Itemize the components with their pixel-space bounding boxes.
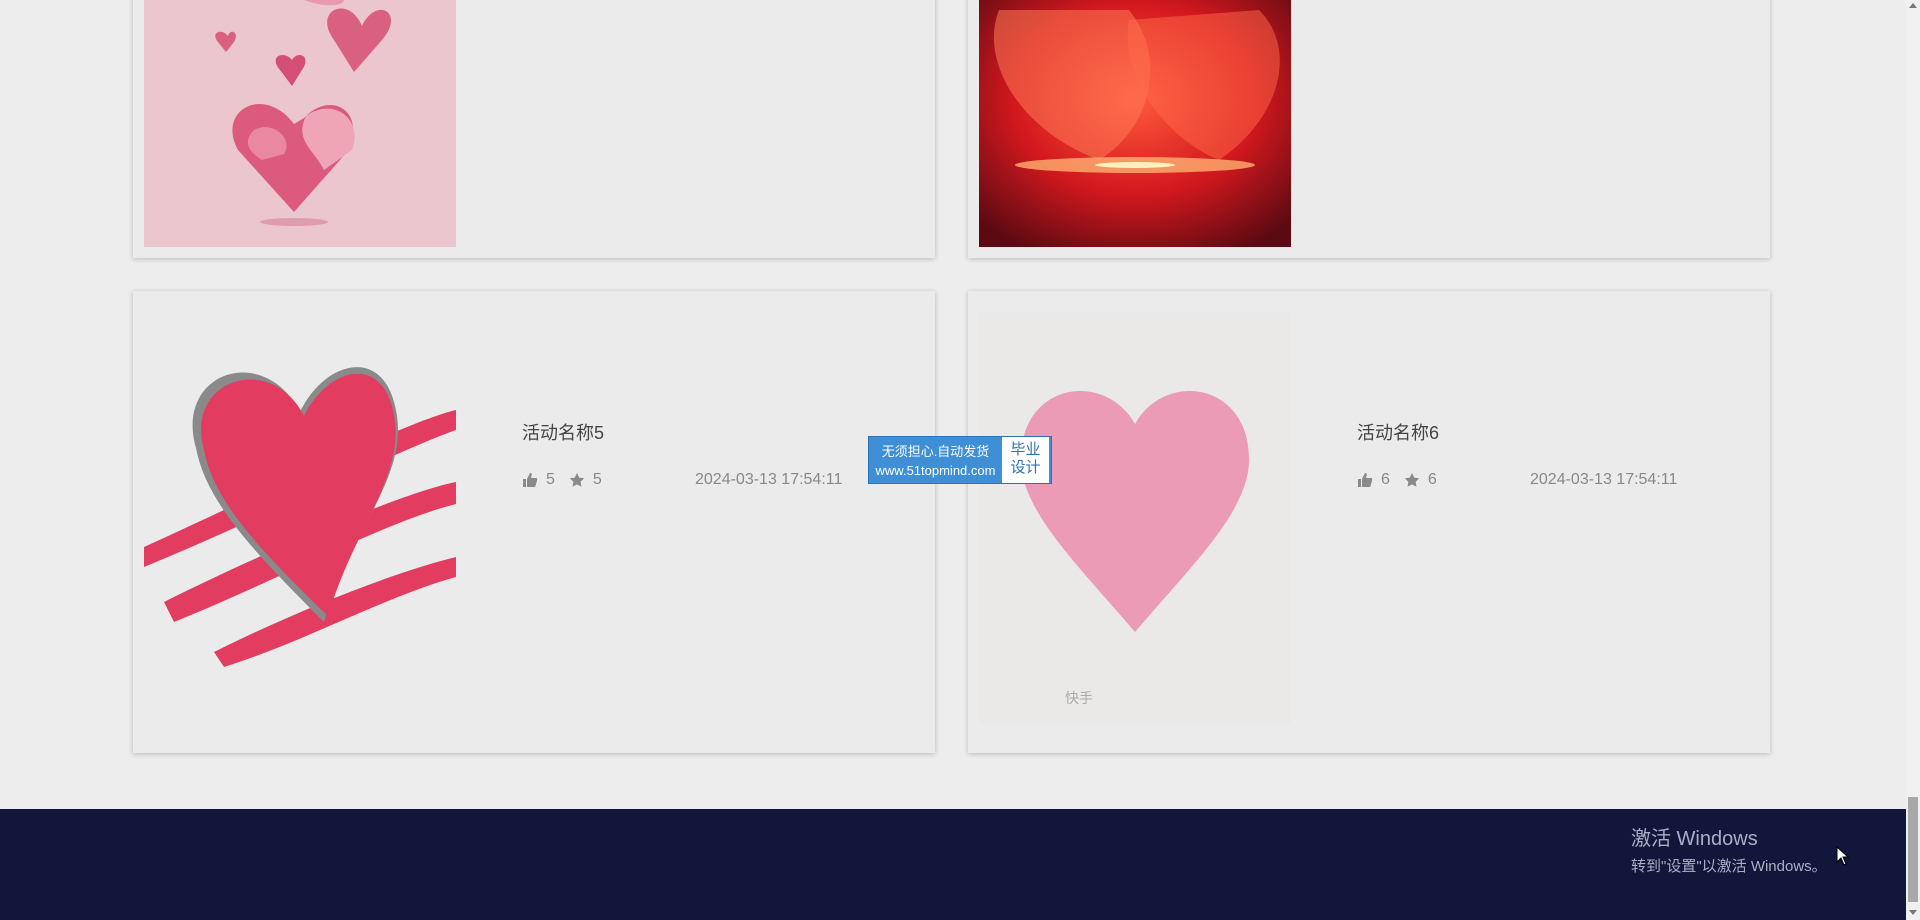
activity-date: 2024-03-13 17:54:11 (1530, 471, 1678, 488)
star-icon[interactable] (569, 472, 585, 488)
windows-activation-subtitle: 转到"设置"以激活 Windows。 (1631, 858, 1827, 875)
scrollbar-thumb[interactable] (1908, 797, 1918, 902)
activity-title[interactable]: 活动名称6 (1357, 419, 1439, 445)
activity-card-1[interactable] (133, 0, 935, 258)
vertical-scrollbar[interactable] (1906, 0, 1920, 920)
ad-line-2: www.51topmind.com (875, 463, 996, 478)
activity-card-6[interactable]: 快手 活动名称6 6 6 2024-03-13 17:54:11 (968, 291, 1770, 753)
favorite-count: 5 (592, 471, 602, 488)
activity-image-5[interactable] (144, 352, 456, 684)
ad-watermark-badge: 无须担心.自动发货 www.51topmind.com 毕业 设计 (868, 436, 1052, 484)
star-icon[interactable] (1404, 472, 1420, 488)
pink-heart-illustration (1020, 390, 1250, 632)
image-watermark: 快手 (1065, 690, 1093, 706)
mouse-cursor-icon (1836, 846, 1850, 866)
page-footer (0, 809, 1906, 920)
activity-date: 2024-03-13 17:54:11 (695, 471, 843, 488)
like-count: 6 (1381, 471, 1390, 488)
ad-line-1: 无须担心.自动发货 (881, 444, 990, 459)
thumbs-up-icon[interactable] (1357, 472, 1373, 488)
activity-image-1[interactable] (144, 0, 456, 247)
windows-activation-title: 激活 Windows (1631, 828, 1758, 850)
activity-image-6[interactable]: 快手 (979, 312, 1291, 724)
like-count: 5 (546, 471, 555, 488)
activity-stats: 5 5 (522, 471, 616, 489)
ad-side-bottom: 设计 (1010, 459, 1041, 476)
scroll-down-arrow-icon[interactable] (1909, 910, 1917, 915)
red-glass-hearts-illustration (979, 0, 1291, 247)
activity-card-2[interactable] (968, 0, 1770, 258)
activity-title[interactable]: 活动名称5 (522, 419, 604, 445)
favorite-count: 6 (1427, 471, 1437, 488)
windows-activation-watermark: 激活 Windows 转到"设置"以激活 Windows。 (1631, 822, 1827, 876)
ad-side-top: 毕业 (1010, 441, 1041, 458)
thumbs-up-icon[interactable] (522, 472, 538, 488)
pink-hearts-illustration (215, 0, 392, 226)
activity-card-5[interactable]: 活动名称5 5 5 2024-03-13 17:54:11 (133, 291, 935, 753)
activity-image-2[interactable] (979, 0, 1291, 247)
scroll-up-arrow-icon[interactable] (1909, 3, 1917, 8)
red-scribble-heart-illustration (144, 367, 456, 667)
activity-stats: 6 6 (1357, 471, 1451, 489)
